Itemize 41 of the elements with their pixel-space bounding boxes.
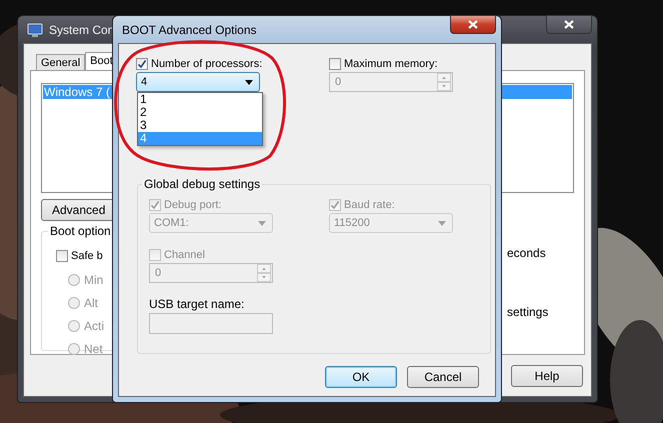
checkbox-label: Maximum memory: [344, 58, 438, 70]
checkbox[interactable] [329, 58, 341, 70]
radio-button[interactable] [68, 320, 80, 332]
spinner-arrows-icon [437, 73, 451, 91]
close-button[interactable] [546, 15, 592, 34]
checkbox-label: Baud rate: [344, 199, 395, 211]
label: settings [507, 305, 548, 319]
field-label: USB target name: [149, 297, 244, 311]
dropdown-option[interactable]: 2 [138, 106, 262, 119]
group-title: Global debug settings [142, 177, 262, 191]
spinner-arrows-icon [257, 264, 271, 282]
checkbox-label: Debug port: [164, 199, 222, 211]
label: econds [507, 246, 546, 260]
caret-icon [258, 220, 266, 226]
close-icon [564, 20, 574, 29]
help-button[interactable]: Help [511, 365, 583, 387]
dropdown-option[interactable]: 3 [138, 119, 262, 132]
cancel-button[interactable]: Cancel [407, 366, 479, 388]
checkbox[interactable] [136, 58, 148, 70]
dialog-title: BOOT Advanced Options [122, 22, 257, 36]
ok-button[interactable]: OK [325, 366, 397, 388]
radio-label: Min [84, 272, 104, 286]
radio-label: Acti [84, 318, 104, 332]
radio-label: Alt [84, 296, 98, 310]
dropdown[interactable]: 4 [136, 72, 260, 92]
checkbox[interactable] [56, 250, 68, 262]
close-button[interactable] [450, 15, 496, 34]
checkbox-label: Number of processors: [151, 58, 262, 70]
tab[interactable]: General [36, 54, 86, 71]
caret-icon [438, 220, 446, 226]
radio-button[interactable] [68, 342, 80, 354]
radio-button[interactable] [68, 296, 80, 308]
checkbox-label: Safe b [71, 250, 103, 262]
dropdown-option[interactable]: 1 [138, 93, 262, 106]
group-title: Boot option [48, 224, 113, 238]
checkbox-label: Channel [164, 249, 205, 261]
monitor-icon [27, 22, 43, 38]
radio-button[interactable] [68, 274, 80, 286]
radio-label: Net [84, 342, 103, 356]
input-field[interactable] [149, 313, 273, 334]
close-icon [468, 20, 478, 29]
